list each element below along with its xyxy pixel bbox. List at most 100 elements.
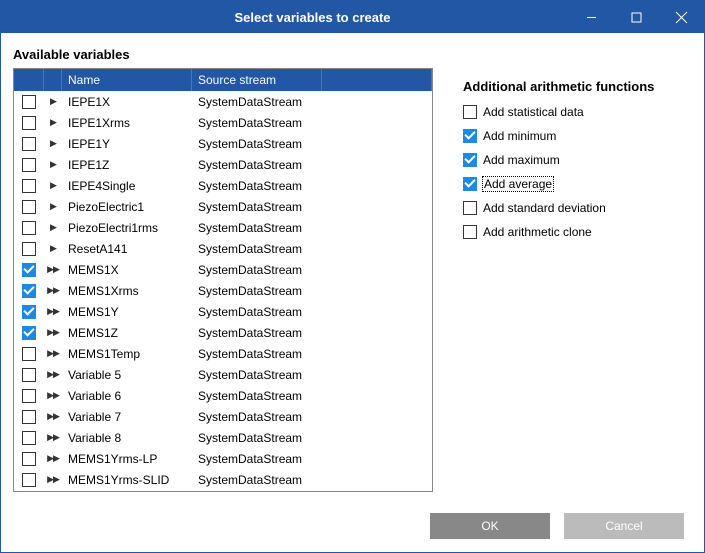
option-label[interactable]: Add minimum — [483, 129, 556, 143]
row-source: SystemDataStream — [192, 368, 322, 382]
expand-icon[interactable]: ▶ — [44, 155, 62, 174]
row-checkbox[interactable] — [22, 137, 36, 151]
option-label[interactable]: Add statistical data — [483, 105, 584, 119]
table-row[interactable]: ▶IEPE4SingleSystemDataStream — [14, 175, 432, 196]
row-source: SystemDataStream — [192, 305, 322, 319]
row-name: IEPE4Single — [62, 179, 192, 193]
table-row[interactable]: ▶PiezoElectri1rmsSystemDataStream — [14, 217, 432, 238]
expand-icon[interactable]: ▶▶ — [44, 470, 62, 489]
expand-icon[interactable]: ▶▶ — [44, 344, 62, 363]
expand-icon[interactable]: ▶▶ — [44, 323, 62, 342]
expand-icon[interactable]: ▶▶ — [44, 281, 62, 300]
row-checkbox[interactable] — [22, 242, 36, 256]
option-label[interactable]: Add maximum — [483, 153, 560, 167]
table-row[interactable]: ▶▶Variable 8SystemDataStream — [14, 427, 432, 448]
row-checkbox[interactable] — [22, 263, 36, 277]
row-checkbox[interactable] — [22, 158, 36, 172]
row-checkbox[interactable] — [22, 179, 36, 193]
table-row[interactable]: ▶IEPE1XSystemDataStream — [14, 91, 432, 112]
minimize-button[interactable] — [569, 1, 614, 33]
row-checkbox[interactable] — [22, 305, 36, 319]
option-row: Add standard deviation — [463, 196, 692, 220]
grid-body[interactable]: ▶IEPE1XSystemDataStream▶IEPE1XrmsSystemD… — [14, 91, 432, 491]
row-name: IEPE1X — [62, 95, 192, 109]
row-checkbox[interactable] — [22, 431, 36, 445]
option-checkbox[interactable] — [463, 105, 477, 119]
expand-icon[interactable]: ▶ — [44, 239, 62, 258]
table-row[interactable]: ▶▶MEMS1XrmsSystemDataStream — [14, 280, 432, 301]
row-name: Variable 6 — [62, 389, 192, 403]
table-row[interactable]: ▶▶MEMS1TempSystemDataStream — [14, 343, 432, 364]
col-source[interactable]: Source stream — [192, 69, 322, 91]
expand-icon[interactable]: ▶ — [44, 197, 62, 216]
row-source: SystemDataStream — [192, 326, 322, 340]
row-checkbox[interactable] — [22, 221, 36, 235]
expand-icon[interactable]: ▶▶ — [44, 386, 62, 405]
table-row[interactable]: ▶IEPE1XrmsSystemDataStream — [14, 112, 432, 133]
variables-grid: Name Source stream ▶IEPE1XSystemDataStre… — [13, 68, 433, 492]
option-checkbox[interactable] — [463, 225, 477, 239]
row-checkbox[interactable] — [22, 368, 36, 382]
expand-icon[interactable]: ▶▶ — [44, 407, 62, 426]
option-label[interactable]: Add arithmetic clone — [483, 225, 592, 239]
cancel-button[interactable]: Cancel — [564, 513, 684, 539]
table-row[interactable]: ▶▶MEMS1Yrms-SLIDSystemDataStream — [14, 469, 432, 490]
table-row[interactable]: ▶▶MEMS1Yrms-MEANSystemDataStream — [14, 490, 432, 491]
ok-button[interactable]: OK — [430, 513, 550, 539]
col-expand — [44, 69, 62, 91]
table-row[interactable]: ▶▶Variable 6SystemDataStream — [14, 385, 432, 406]
row-name: IEPE1Z — [62, 158, 192, 172]
col-checkbox[interactable] — [14, 69, 44, 91]
row-name: MEMS1Temp — [62, 347, 192, 361]
option-checkbox[interactable] — [463, 201, 477, 215]
option-label[interactable]: Add standard deviation — [483, 201, 606, 215]
option-checkbox[interactable] — [463, 177, 477, 191]
row-checkbox[interactable] — [22, 473, 36, 487]
expand-icon[interactable]: ▶ — [44, 134, 62, 153]
table-row[interactable]: ▶▶MEMS1ZSystemDataStream — [14, 322, 432, 343]
table-row[interactable]: ▶PiezoElectric1SystemDataStream — [14, 196, 432, 217]
table-row[interactable]: ▶IEPE1YSystemDataStream — [14, 133, 432, 154]
table-row[interactable]: ▶▶MEMS1XSystemDataStream — [14, 259, 432, 280]
row-checkbox[interactable] — [22, 116, 36, 130]
expand-icon[interactable]: ▶▶ — [44, 302, 62, 321]
expand-icon[interactable]: ▶▶ — [44, 428, 62, 447]
row-checkbox[interactable] — [22, 452, 36, 466]
table-row[interactable]: ▶▶Variable 7SystemDataStream — [14, 406, 432, 427]
row-source: SystemDataStream — [192, 347, 322, 361]
table-row[interactable]: ▶ResetA141SystemDataStream — [14, 238, 432, 259]
col-spacer — [322, 69, 432, 91]
option-checkbox[interactable] — [463, 153, 477, 167]
option-row: Add maximum — [463, 148, 692, 172]
titlebar: Select variables to create — [1, 1, 704, 33]
expand-icon[interactable]: ▶▶ — [44, 449, 62, 468]
close-button[interactable] — [659, 1, 704, 33]
row-checkbox[interactable] — [22, 389, 36, 403]
expand-icon[interactable]: ▶ — [44, 113, 62, 132]
row-name: Variable 8 — [62, 431, 192, 445]
row-name: MEMS1Z — [62, 326, 192, 340]
row-checkbox[interactable] — [22, 284, 36, 298]
row-source: SystemDataStream — [192, 200, 322, 214]
expand-icon[interactable]: ▶▶ — [44, 260, 62, 279]
table-row[interactable]: ▶▶MEMS1Yrms-LPSystemDataStream — [14, 448, 432, 469]
table-row[interactable]: ▶IEPE1ZSystemDataStream — [14, 154, 432, 175]
row-name: MEMS1Yrms-SLID — [62, 473, 192, 487]
table-row[interactable]: ▶▶Variable 5SystemDataStream — [14, 364, 432, 385]
row-checkbox[interactable] — [22, 347, 36, 361]
maximize-button[interactable] — [614, 1, 659, 33]
col-name[interactable]: Name — [62, 69, 192, 91]
row-checkbox[interactable] — [22, 95, 36, 109]
option-label[interactable]: Add average — [483, 177, 553, 191]
row-checkbox[interactable] — [22, 200, 36, 214]
option-checkbox[interactable] — [463, 129, 477, 143]
expand-icon[interactable]: ▶ — [44, 176, 62, 195]
expand-icon[interactable]: ▶ — [44, 92, 62, 111]
option-row: Add minimum — [463, 124, 692, 148]
expand-icon[interactable]: ▶▶ — [44, 365, 62, 384]
table-row[interactable]: ▶▶MEMS1YSystemDataStream — [14, 301, 432, 322]
row-checkbox[interactable] — [22, 326, 36, 340]
row-source: SystemDataStream — [192, 410, 322, 424]
row-checkbox[interactable] — [22, 410, 36, 424]
expand-icon[interactable]: ▶ — [44, 218, 62, 237]
